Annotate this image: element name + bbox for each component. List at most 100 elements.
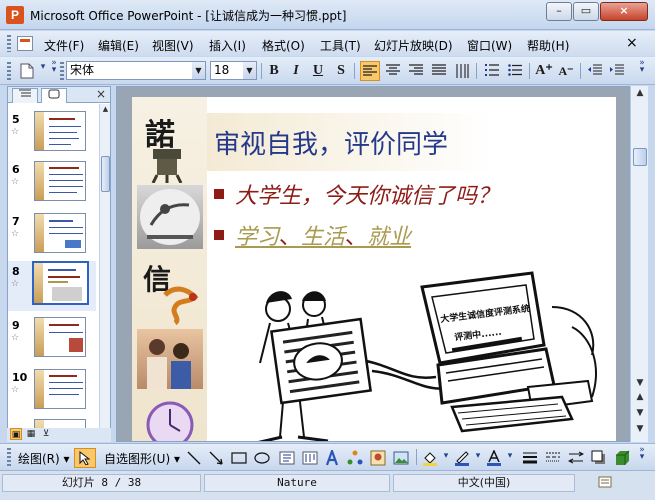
slide-thumbnail-row-selected[interactable]: 8 ☆ (8, 261, 96, 311)
grow-font-button[interactable]: A⁺ (534, 61, 554, 81)
spelling-check-icon[interactable] (596, 475, 614, 491)
language-status[interactable]: 中文(中国) (393, 474, 575, 492)
decrease-indent-icon[interactable] (585, 61, 605, 81)
toolbar-overflow-chevron-icon[interactable]: » ▾ (48, 59, 60, 75)
oval-tool-icon[interactable] (252, 448, 272, 468)
menu-help[interactable]: 帮助(H) (527, 37, 569, 54)
menu-insert[interactable]: 插入(I) (209, 37, 246, 54)
powerpoint-app-icon[interactable]: P (6, 6, 24, 24)
minimize-button[interactable]: – (546, 2, 572, 21)
shadow-style-icon[interactable] (589, 448, 609, 468)
close-button[interactable]: × (600, 2, 648, 21)
distributed-align-icon[interactable] (452, 61, 472, 81)
link-study[interactable]: 学习 (235, 225, 279, 250)
slides-tab-icon[interactable] (41, 88, 67, 103)
menu-edit[interactable]: 编辑(E) (98, 37, 139, 54)
slide-thumbnail-row[interactable]: 9 ☆ (8, 315, 96, 365)
bullets-icon[interactable] (505, 61, 525, 81)
link-life[interactable]: 生活 (301, 225, 345, 250)
toolbar-grip-2[interactable] (60, 62, 64, 80)
font-color-chevron-icon[interactable]: ▾ (504, 452, 516, 467)
slide-thumbnail[interactable] (34, 369, 86, 409)
textbox-icon[interactable] (277, 448, 297, 468)
outline-tab-icon[interactable] (12, 88, 38, 103)
slide-thumbnail-row[interactable]: 6 ☆ (8, 159, 96, 209)
panel-scrollbar[interactable]: ▲ ▼ (99, 104, 110, 441)
design-template-status[interactable]: Nature (204, 474, 390, 492)
slide-scrollbar[interactable]: ▲ ▼ ▲ ▼ ▼ (630, 86, 648, 442)
slide-thumbnail[interactable] (34, 161, 86, 201)
toolbar-options-chevron-icon[interactable]: » ▾ (636, 59, 648, 75)
underline-button[interactable]: U (308, 61, 328, 81)
close-panel-icon[interactable]: × (96, 87, 106, 101)
insert-picture-icon[interactable] (391, 448, 411, 468)
scroll-up-icon[interactable]: ▲ (100, 104, 111, 115)
3d-style-icon[interactable] (612, 448, 632, 468)
close-document-button[interactable]: × (626, 35, 638, 51)
draw-menu[interactable]: 绘图(R) ▾ (18, 450, 70, 467)
slide-thumbnail[interactable] (32, 261, 89, 305)
line-style-icon[interactable] (520, 448, 540, 468)
fill-color-icon[interactable] (420, 448, 440, 468)
bullet-links[interactable]: 学习、生活、就业 (214, 219, 411, 251)
arrow-style-icon[interactable] (566, 448, 586, 468)
menu-format[interactable]: 格式(O) (262, 37, 305, 54)
previous-slide-icon[interactable]: ▲ (631, 390, 649, 404)
scroll-thumb[interactable] (101, 156, 110, 192)
fill-color-chevron-icon[interactable]: ▾ (440, 452, 452, 467)
line-color-chevron-icon[interactable]: ▾ (472, 452, 484, 467)
autoshapes-menu[interactable]: 自选图形(U) ▾ (104, 450, 180, 467)
justify-icon[interactable] (429, 61, 449, 81)
clip-art-icon[interactable] (368, 448, 388, 468)
slide-thumbnail[interactable] (34, 213, 86, 253)
align-right-icon[interactable] (406, 61, 426, 81)
line-tool-icon[interactable] (184, 448, 204, 468)
menu-window[interactable]: 窗口(W) (467, 37, 512, 54)
chevron-down-icon[interactable]: ▼ (192, 62, 205, 79)
align-left-icon[interactable] (360, 61, 380, 81)
menubar-grip[interactable] (7, 35, 11, 52)
font-size-select[interactable]: 18 ▼ (210, 61, 257, 80)
line-color-icon[interactable] (452, 448, 472, 468)
scroll-thumb[interactable] (633, 148, 647, 166)
rectangle-tool-icon[interactable] (229, 448, 249, 468)
slide-thumbnail-row[interactable]: 7 ☆ (8, 211, 96, 261)
chevron-down-icon[interactable]: ▼ (243, 62, 256, 79)
font-name-select[interactable]: 宋体 ▼ (66, 61, 206, 80)
diagram-icon[interactable] (345, 448, 365, 468)
slide-canvas[interactable]: 諾 信 审视自我，评价同学 大学生，今天你诚信了吗？ 学习、生活、就业 大学生诚… (132, 97, 616, 441)
next-slide-icon-2[interactable]: ▼ (631, 422, 649, 436)
bullet-question[interactable]: 大学生，今天你诚信了吗？ (214, 178, 499, 210)
restore-button[interactable]: ▭ (573, 2, 599, 21)
menu-view[interactable]: 视图(V) (152, 37, 194, 54)
slide-thumbnail-row[interactable]: 10 ☆ (8, 367, 96, 417)
vertical-textbox-icon[interactable] (300, 448, 320, 468)
arrow-tool-icon[interactable] (206, 448, 226, 468)
shrink-font-button[interactable]: A⁻ (556, 61, 576, 81)
font-color-icon[interactable] (484, 448, 504, 468)
slide-thumbnail-row[interactable]: 5 ☆ (8, 109, 96, 159)
new-document-icon[interactable] (17, 61, 37, 81)
align-center-icon[interactable] (383, 61, 403, 81)
toolbar-grip[interactable] (7, 448, 11, 466)
increase-indent-icon[interactable] (607, 61, 627, 81)
numbering-icon[interactable] (482, 61, 502, 81)
normal-view-icon[interactable]: ▣ (10, 428, 22, 440)
bold-button[interactable]: B (264, 61, 284, 81)
italic-button[interactable]: I (286, 61, 306, 81)
toolbar-options-chevron-icon[interactable]: » ▾ (636, 446, 648, 462)
menu-slideshow[interactable]: 幻灯片放映(D) (374, 37, 453, 54)
select-objects-icon[interactable] (74, 448, 96, 468)
slide-thumbnail[interactable] (34, 317, 86, 357)
scroll-down-icon[interactable]: ▼ (631, 376, 649, 390)
slide-editing-area[interactable]: 諾 信 审视自我，评价同学 大学生，今天你诚信了吗？ 学习、生活、就业 大学生诚… (116, 86, 630, 442)
wordart-icon[interactable] (322, 447, 342, 468)
slide-sorter-view-icon[interactable]: ▦ (25, 428, 37, 440)
menu-file[interactable]: 文件(F) (44, 37, 84, 54)
link-employment[interactable]: 就业 (367, 225, 411, 250)
next-slide-icon[interactable]: ▼ (631, 406, 649, 420)
dash-style-icon[interactable] (543, 448, 563, 468)
slide-title[interactable]: 审视自我，评价同学 (214, 124, 448, 161)
toolbar-grip[interactable] (7, 62, 11, 80)
slide-thumbnail[interactable] (34, 111, 86, 151)
